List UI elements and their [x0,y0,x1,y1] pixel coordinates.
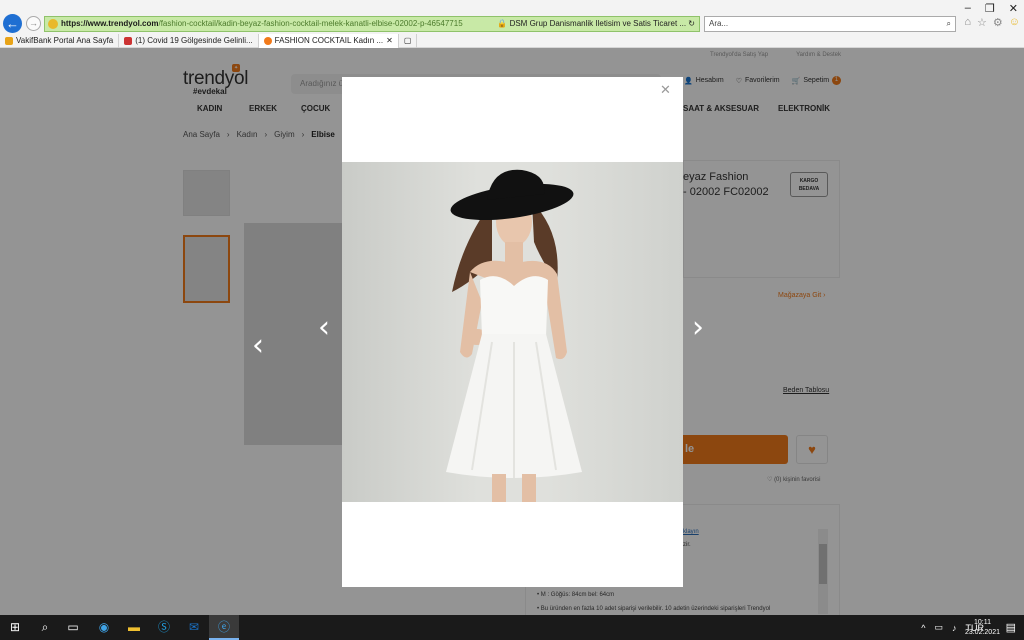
pen-icon [124,37,133,45]
outlook-icon[interactable]: ✉ [179,615,209,640]
network-icon[interactable]: ▭ [934,622,943,633]
model-dress-illustration [446,169,582,502]
browser-search-placeholder: Ara... [709,19,729,28]
tab-fashion-cocktail[interactable]: FASHION COCKTAIL Kadın ... ✕ [258,34,399,48]
clock-time: 10:11 [973,619,991,626]
smiley-icon[interactable]: ☺ [1009,16,1020,29]
site-favicon-icon [48,19,58,29]
browser-search-input[interactable]: Ara... ⌕ [704,16,956,32]
task-view-icon[interactable]: ▭ [58,615,88,640]
window-controls: – ❐ ✕ [965,2,1018,15]
tab-vakifbank[interactable]: VakifBank Portal Ana Sayfa [0,34,120,48]
zoomed-product-photo [342,162,683,502]
clock[interactable]: 10:11 23.02.2021 [965,618,1000,638]
toolbar-icons: ⌂ ☆ ⚙ ☺ [964,16,1020,29]
browser-chrome: – ❐ ✕ ← → https://www.trendyol.com/fashi… [0,0,1024,48]
chevron-up-icon[interactable]: ^ [921,623,925,633]
home-icon[interactable]: ⌂ [964,16,971,29]
refresh-icon[interactable]: ↻ [688,19,695,28]
tab-bar: VakifBank Portal Ana Sayfa (1) Covid 19 … [0,34,1024,48]
back-button[interactable]: ← [3,14,22,33]
star-icon[interactable]: ☆ [977,16,987,29]
certificate-info[interactable]: 🔒 DSM Grup Danismanlik Iletisim ve Satis… [497,17,695,31]
edge-icon[interactable]: ◉ [89,615,119,640]
tab-label: (1) Covid 19 Gölgesinde Gelinli... [135,36,253,45]
vakifbank-icon [5,37,13,45]
tab-label: FASHION COCKTAIL Kadın ... [274,36,384,45]
lock-icon: 🔒 [497,19,508,28]
notification-icon[interactable]: ▤ [1006,621,1016,634]
windows-taskbar: ⊞ ⌕ ▭ ◉ ▬ Ⓢ ✉ ⓔ ^ ▭ ♪ TUR 10:11 23.02.20… [0,615,1024,640]
trendyol-icon [263,37,272,45]
internet-explorer-icon[interactable]: ⓔ [209,615,239,640]
image-zoom-modal: ✕ [342,77,683,587]
forward-button[interactable]: → [26,16,41,31]
close-icon[interactable]: ✕ [660,82,671,98]
prev-image-arrow-icon[interactable]: ‹ [252,328,264,363]
close-tab-icon[interactable]: ✕ [386,34,393,48]
next-arrow-icon[interactable]: › [692,310,704,345]
restore-icon[interactable]: ❐ [985,2,995,15]
close-window-icon[interactable]: ✕ [1009,2,1018,15]
search-icon[interactable]: ⌕ [30,615,60,640]
file-explorer-icon[interactable]: ▬ [119,615,149,640]
url-path: /fashion-cocktail/kadin-beyaz-fashion-co… [158,19,463,28]
search-icon[interactable]: ⌕ [947,17,951,31]
start-windows-icon[interactable]: ⊞ [0,615,30,640]
url-host: https://www.trendyol.com [61,19,159,28]
tab-label: VakifBank Portal Ana Sayfa [16,36,114,45]
address-bar[interactable]: https://www.trendyol.com/fashion-cocktai… [44,16,700,32]
volume-icon[interactable]: ♪ [952,623,957,633]
prev-arrow-icon[interactable]: ‹ [318,310,330,345]
certificate-label: DSM Grup Danismanlik Iletisim ve Satis T… [509,19,687,28]
skype-icon[interactable]: Ⓢ [149,615,179,640]
gear-icon[interactable]: ⚙ [993,16,1003,29]
minimize-icon[interactable]: – [965,2,971,15]
new-tab-icon: ▢ [403,36,412,45]
clock-date: 23.02.2021 [964,629,1000,636]
tab-covid[interactable]: (1) Covid 19 Gölgesinde Gelinli... [119,34,259,48]
new-tab-button[interactable]: ▢ [399,34,418,48]
